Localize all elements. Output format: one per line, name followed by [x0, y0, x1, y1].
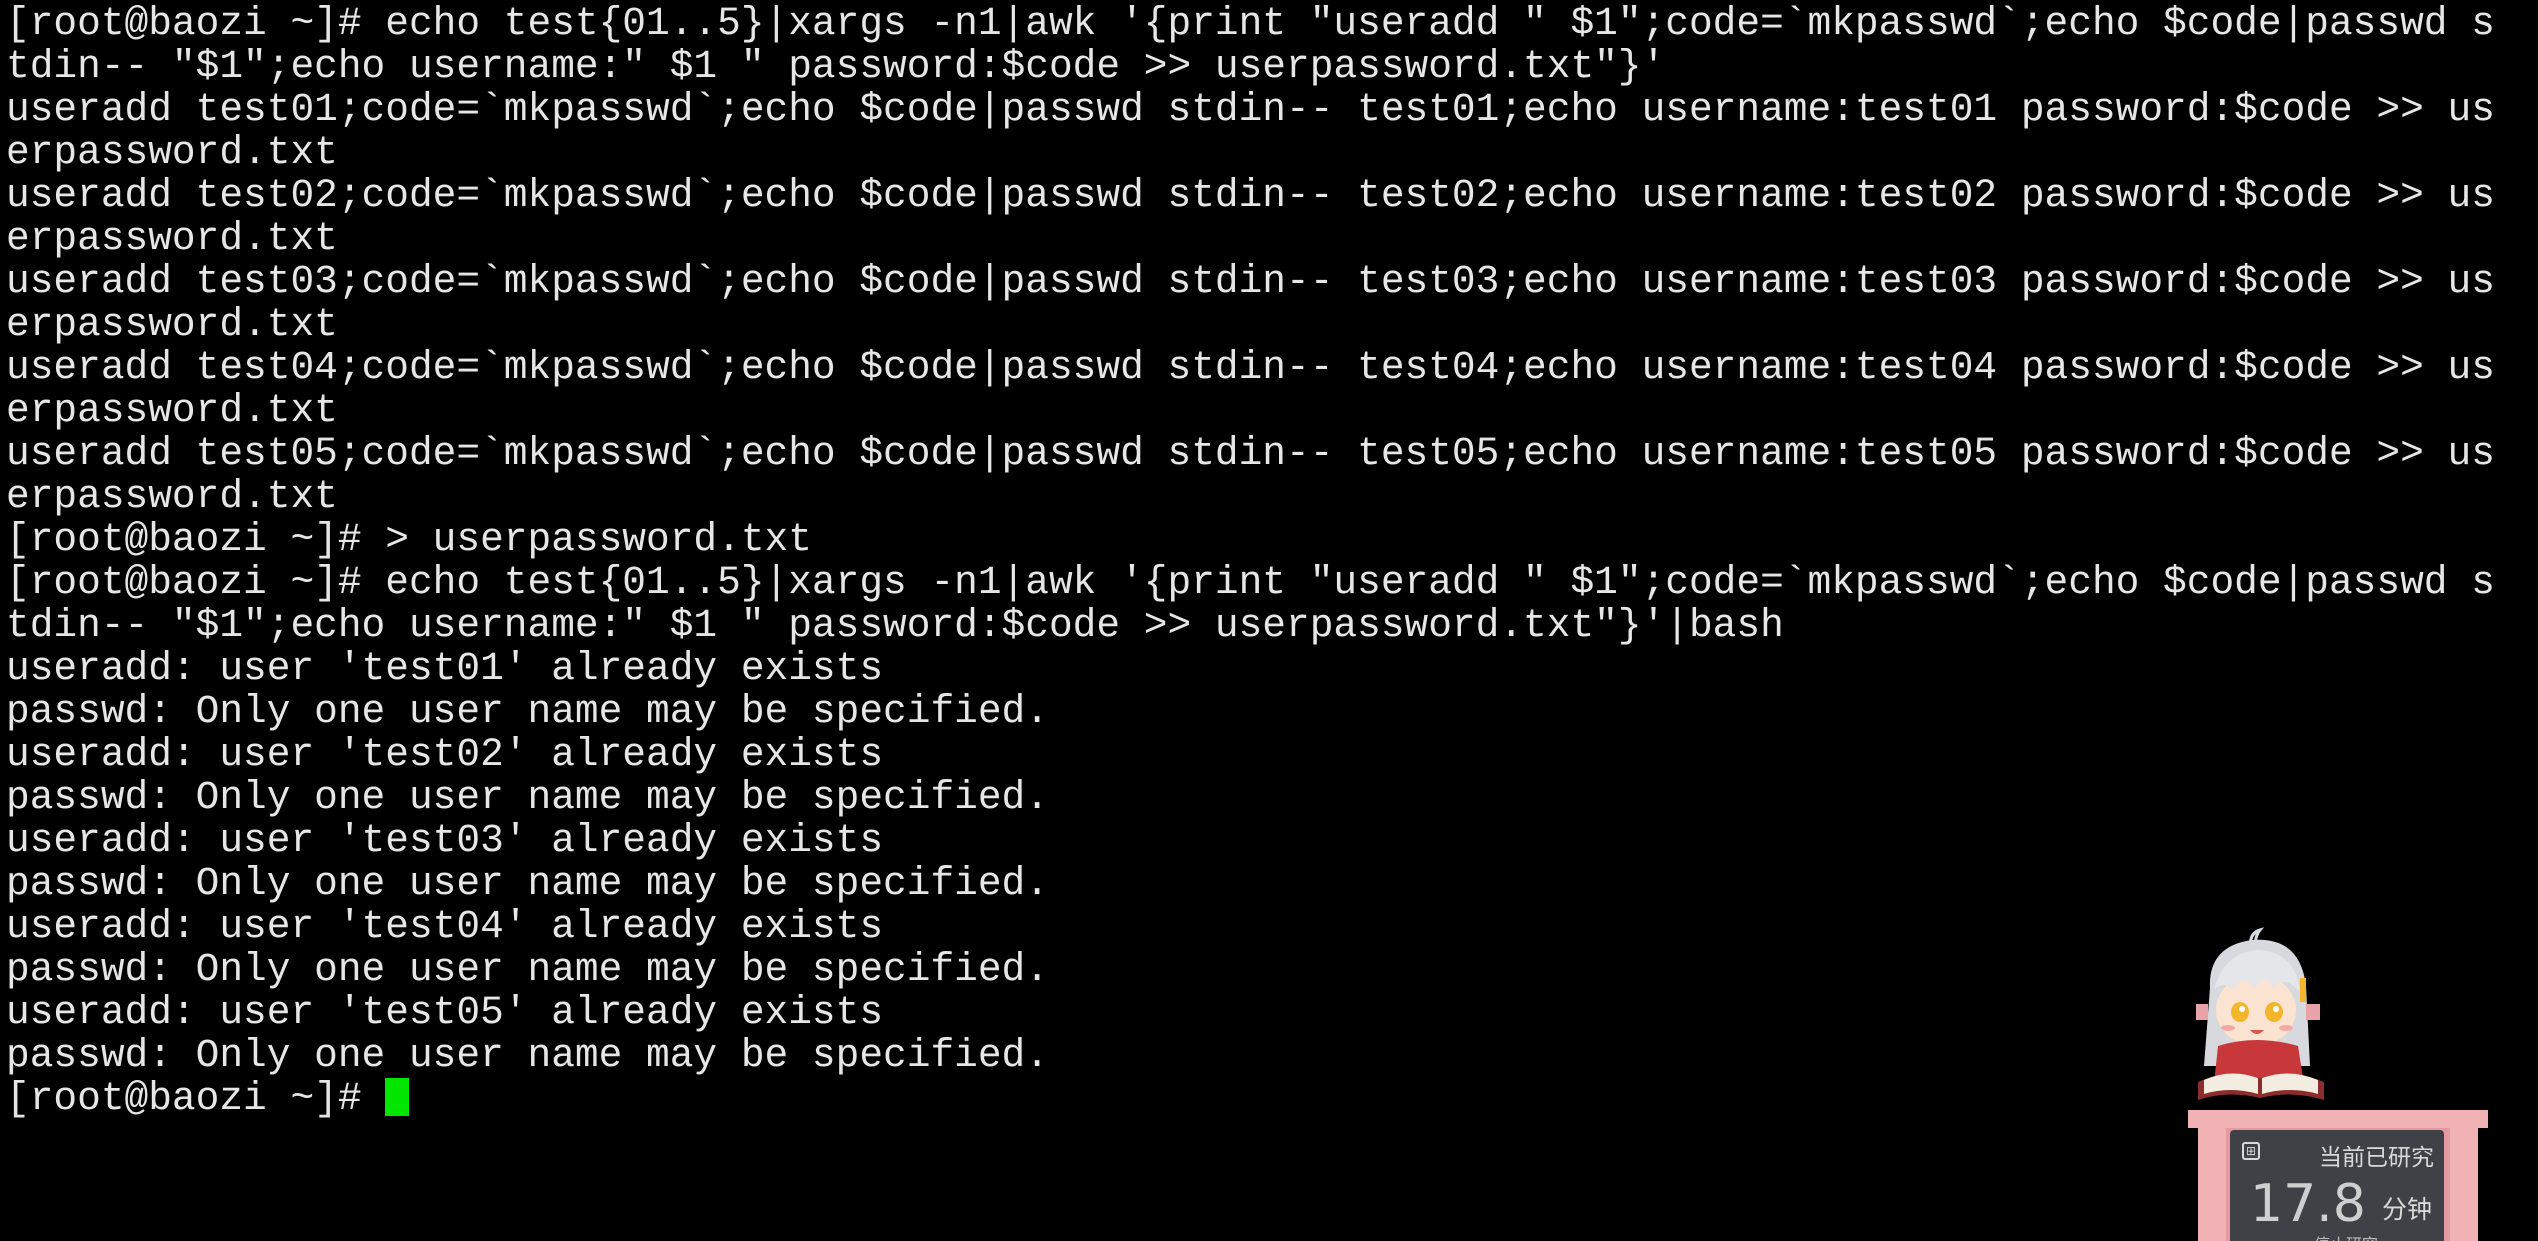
terminal-line: useradd test03;code=`mkpasswd`;echo $cod… [6, 260, 2495, 303]
text-cursor [385, 1078, 410, 1116]
terminal-line: erpassword.txt [6, 131, 338, 174]
terminal-line: useradd: user 'test02' already exists [6, 733, 884, 776]
terminal-line: [root@baozi ~]# echo test{01..5}|xargs -… [6, 2, 2495, 45]
terminal-line: passwd: Only one user name may be specif… [6, 948, 1049, 991]
terminal-line: passwd: Only one user name may be specif… [6, 862, 1049, 905]
terminal-line: passwd: Only one user name may be specif… [6, 776, 1049, 819]
study-timer-value: 17.8 [2250, 1174, 2366, 1234]
study-timer-title: 当前已研究 [2319, 1145, 2434, 1171]
study-timer-widget[interactable]: ⊞ 当前已研究 17.8 分钟 停止研究 [2188, 918, 2488, 1241]
terminal-window[interactable]: [root@baozi ~]# echo test{01..5}|xargs -… [0, 0, 2538, 1241]
terminal-line: [root@baozi ~]# > userpassword.txt [6, 518, 812, 561]
shell-prompt: [root@baozi ~]# [6, 1077, 386, 1120]
terminal-line: tdin-- "$1";echo username:" $1 " passwor… [6, 45, 1666, 88]
terminal-line: useradd: user 'test01' already exists [6, 647, 884, 690]
terminal-line: erpassword.txt [6, 389, 338, 432]
terminal-line: useradd test04;code=`mkpasswd`;echo $cod… [6, 346, 2495, 389]
study-timer-subtitle: 停止研究 [2314, 1231, 2378, 1241]
terminal-output: [root@baozi ~]# echo test{01..5}|xargs -… [6, 2, 2532, 1120]
terminal-prompt-line[interactable]: [root@baozi ~]# [6, 1077, 2532, 1120]
timer-toggle-icon[interactable]: ⊞ [2242, 1142, 2260, 1160]
terminal-line: passwd: Only one user name may be specif… [6, 690, 1049, 733]
terminal-line: tdin-- "$1";echo username:" $1 " passwor… [6, 604, 1784, 647]
study-timer-panel: ⊞ 当前已研究 17.8 分钟 停止研究 [2230, 1130, 2444, 1241]
terminal-line: erpassword.txt [6, 217, 338, 260]
terminal-line: useradd: user 'test04' already exists [6, 905, 884, 948]
terminal-line: useradd test02;code=`mkpasswd`;echo $cod… [6, 174, 2495, 217]
terminal-line: useradd: user 'test03' already exists [6, 819, 884, 862]
study-timer-unit: 分钟 [2381, 1195, 2432, 1224]
terminal-line: [root@baozi ~]# echo test{01..5}|xargs -… [6, 561, 2495, 604]
terminal-line: useradd test01;code=`mkpasswd`;echo $cod… [6, 88, 2495, 131]
terminal-line: erpassword.txt [6, 475, 338, 518]
terminal-line: erpassword.txt [6, 303, 338, 346]
terminal-line: passwd: Only one user name may be specif… [6, 1034, 1049, 1077]
terminal-line: useradd: user 'test05' already exists [6, 991, 884, 1034]
terminal-line: useradd test05;code=`mkpasswd`;echo $cod… [6, 432, 2495, 475]
